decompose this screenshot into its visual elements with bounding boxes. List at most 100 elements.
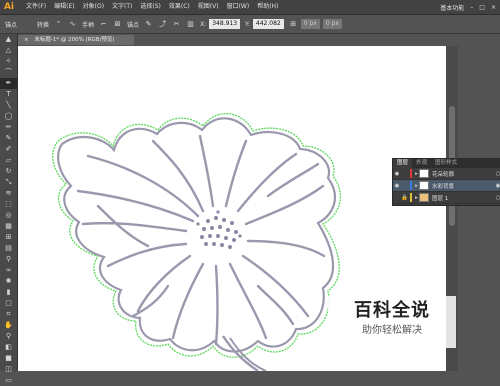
- layer-row[interactable]: ◉ ▸ 花朵轮廓 ○: [393, 168, 500, 180]
- zoom-tool-icon[interactable]: ⚲: [0, 331, 17, 342]
- target-icon[interactable]: ◉: [495, 183, 500, 189]
- blend-tool-icon[interactable]: ∞: [0, 265, 17, 276]
- layer-name[interactable]: 水彩背景: [432, 182, 495, 190]
- remove-anchor-icon[interactable]: ✎: [144, 20, 153, 29]
- fill-stroke-icon[interactable]: ◧: [0, 342, 17, 353]
- convert-corner-icon[interactable]: ⌃: [54, 20, 63, 29]
- maximize-icon[interactable]: □: [479, 4, 485, 11]
- menu-help[interactable]: 帮助(H): [253, 0, 282, 14]
- anchor-label: 锚点: [5, 21, 18, 29]
- tab-close-icon[interactable]: ×: [24, 37, 29, 43]
- menu-object[interactable]: 对象(O): [79, 0, 108, 14]
- tab-layers[interactable]: 图层: [393, 159, 413, 168]
- eraser-tool-icon[interactable]: ▱: [0, 155, 17, 166]
- align-icon[interactable]: ▥: [186, 20, 195, 29]
- menu-file[interactable]: 文件(F): [22, 0, 50, 14]
- w-field[interactable]: 0 px: [300, 19, 320, 29]
- panel-tabs: 图层 外观 图形样式: [393, 159, 500, 168]
- petal-lines: [76, 134, 326, 346]
- h-field[interactable]: 0 px: [322, 19, 342, 29]
- watermark-subtitle: 助你轻松解决: [362, 325, 422, 336]
- type-tool-icon[interactable]: T: [0, 89, 17, 100]
- eyedropper-icon[interactable]: ⚲: [0, 254, 17, 265]
- flower-center: [196, 210, 242, 249]
- target-icon[interactable]: ○: [495, 171, 500, 177]
- handle-label: 手柄: [82, 21, 95, 29]
- control-bar: 锚点 转换 ⌃ ∿ 手柄 ⌐ ⊠ 锚点 ✎ ⤴ ✂ ▥ X: 348.913 Y…: [0, 15, 500, 34]
- anchor-label-2: 锚点: [127, 21, 140, 29]
- layer-thumbnail: [419, 169, 429, 178]
- menu-select[interactable]: 选择(S): [136, 0, 165, 14]
- menu: 文件(F) 编辑(E) 对象(O) 文字(T) 选择(S) 效果(C) 视图(V…: [22, 0, 282, 14]
- mesh-tool-icon[interactable]: ⊞: [0, 232, 17, 243]
- rotate-tool-icon[interactable]: ↻: [0, 166, 17, 177]
- gradient-tool-icon[interactable]: ▤: [0, 243, 17, 254]
- tools-panel: ▲ △ ✧ ⌒ ✒ T ╲ ◯ ✏ ✎ ✐ ▱ ↻ ⤡ ≋ ⬚ ◎ ▦ ⊞ ▤ …: [0, 34, 18, 384]
- minimize-icon[interactable]: –: [470, 4, 473, 11]
- perspective-grid-icon[interactable]: ▦: [0, 221, 17, 232]
- menu-bar: Ai 文件(F) 编辑(E) 对象(O) 文字(T) 选择(S) 效果(C) 视…: [0, 0, 500, 15]
- y-label: Y:: [245, 20, 250, 28]
- hand-tool-icon[interactable]: ✋: [0, 320, 17, 331]
- y-field[interactable]: 442.082: [252, 19, 284, 29]
- menu-effect[interactable]: 效果(C): [165, 0, 194, 14]
- draw-mode-icon[interactable]: ◫: [0, 364, 17, 375]
- handle-icon[interactable]: ⌐: [99, 20, 108, 29]
- convert-label: 转换: [37, 21, 50, 29]
- link-icon[interactable]: ⊞: [289, 20, 298, 29]
- screen-mode-icon[interactable]: ▭: [0, 375, 17, 386]
- convert-smooth-icon[interactable]: ∿: [68, 20, 77, 29]
- eye-icon[interactable]: ◉: [393, 171, 401, 177]
- artboard-tool-icon[interactable]: ▢: [0, 298, 17, 309]
- flower-stem: [222, 335, 259, 371]
- layer-thumbnail: [419, 193, 429, 202]
- selection-tool-icon[interactable]: ▲: [0, 34, 17, 45]
- selection-outline: [52, 112, 342, 358]
- tab-appearance[interactable]: 外观: [412, 159, 431, 168]
- line-tool-icon[interactable]: ╲: [0, 100, 17, 111]
- ellipse-tool-icon[interactable]: ◯: [0, 111, 17, 122]
- app-logo: Ai: [3, 2, 15, 12]
- handle-hide-icon[interactable]: ⊠: [113, 20, 122, 29]
- color-mode-icon[interactable]: ■: [0, 353, 17, 364]
- menu-view[interactable]: 视图(V): [194, 0, 223, 14]
- target-icon[interactable]: ○: [495, 195, 500, 201]
- pencil-tool-icon[interactable]: ✎: [0, 133, 17, 144]
- menu-window[interactable]: 窗口(W): [223, 0, 254, 14]
- layer-row[interactable]: ◉ ▸ 水彩背景 ◉: [393, 180, 500, 192]
- warp-tool-icon[interactable]: ≋: [0, 188, 17, 199]
- menu-type[interactable]: 文字(T): [108, 0, 136, 14]
- x-field[interactable]: 348.913: [209, 19, 241, 29]
- menu-edit[interactable]: 编辑(E): [50, 0, 78, 14]
- eye-icon[interactable]: ◉: [393, 183, 401, 189]
- direct-selection-tool-icon[interactable]: △: [0, 45, 17, 56]
- cut-path-icon[interactable]: ✂: [172, 20, 181, 29]
- free-transform-icon[interactable]: ⬚: [0, 199, 17, 210]
- document-tab[interactable]: × 未标题-1* @ 200% (RGB/预览): [18, 35, 134, 45]
- blob-brush-icon[interactable]: ✐: [0, 144, 17, 155]
- close-icon[interactable]: ×: [491, 4, 496, 11]
- lock-icon[interactable]: 🔒: [401, 195, 408, 201]
- layers-panel: 图层 外观 图形样式 ◉ ▸ 花朵轮廓 ○ ◉ ▸ 水彩背景 ◉ 🔒 ▸ 图层 …: [392, 158, 500, 206]
- lasso-icon[interactable]: ⌒: [0, 67, 17, 78]
- watermark: 百科全说 助你轻松解决: [328, 296, 456, 348]
- connect-icon[interactable]: ⤴: [158, 20, 167, 29]
- x-label: X:: [200, 20, 207, 28]
- tab-graphic-styles[interactable]: 图形样式: [431, 159, 461, 168]
- flower-outline: [57, 117, 337, 353]
- layer-name[interactable]: 图层 1: [432, 194, 495, 202]
- brush-tool-icon[interactable]: ✏: [0, 122, 17, 133]
- pen-tool-icon[interactable]: ✒: [0, 78, 17, 89]
- graph-tool-icon[interactable]: ▮: [0, 287, 17, 298]
- slice-tool-icon[interactable]: ⌗: [0, 309, 17, 320]
- workspace-switcher[interactable]: 基本功能: [440, 3, 464, 12]
- scale-tool-icon[interactable]: ⤡: [0, 177, 17, 188]
- document-title: 未标题-1* @ 200% (RGB/预览): [34, 37, 115, 43]
- magic-wand-icon[interactable]: ✧: [0, 56, 17, 67]
- layer-color-swatch: [410, 193, 412, 202]
- layer-row[interactable]: 🔒 ▸ 图层 1 ○: [393, 192, 500, 204]
- symbol-sprayer-icon[interactable]: ✺: [0, 276, 17, 287]
- layer-color-swatch: [410, 181, 412, 190]
- shape-builder-icon[interactable]: ◎: [0, 210, 17, 221]
- layer-name[interactable]: 花朵轮廓: [432, 170, 495, 178]
